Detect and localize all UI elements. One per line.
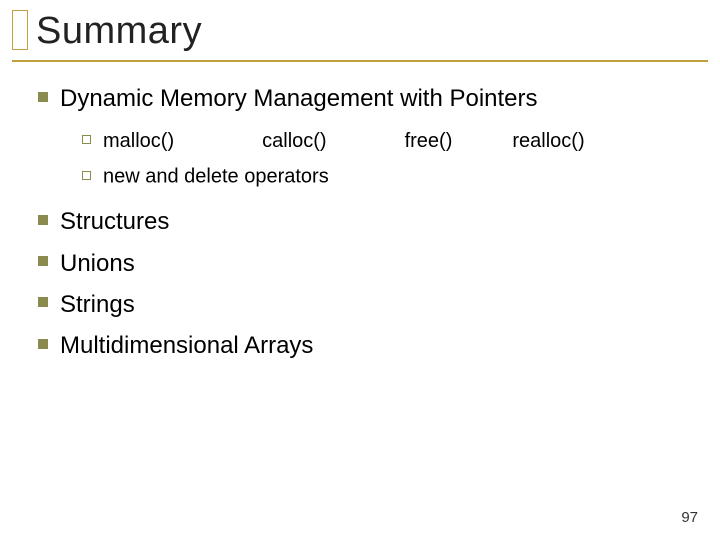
title-ornament-box [12, 10, 28, 50]
sub-list-item: malloc() calloc() free() realloc() [82, 123, 698, 157]
list-item: Multidimensional Arrays [38, 327, 698, 364]
sub-item-text: new and delete operators [103, 166, 329, 188]
slide: Summary Dynamic Memory Management with P… [0, 0, 720, 540]
func-realloc: realloc() [512, 126, 584, 157]
hollow-square-bullet-icon [82, 171, 91, 180]
slide-title: Summary [36, 10, 202, 53]
title-underline [12, 60, 708, 62]
square-bullet-icon [38, 339, 48, 349]
square-bullet-icon [38, 297, 48, 307]
list-item-label: Strings [60, 291, 135, 318]
content-area: Dynamic Memory Management with Pointers … [38, 80, 698, 368]
list-item-label: Dynamic Memory Management with Pointers [60, 85, 538, 112]
list-item-label: Multidimensional Arrays [60, 332, 313, 359]
sub-list: malloc() calloc() free() realloc() new and … [82, 123, 698, 193]
sub-list-item: new and delete operators [82, 159, 698, 193]
list-item: Unions [38, 245, 698, 282]
list-item: Strings [38, 286, 698, 323]
sub-item-text: malloc()calloc()free()realloc() [103, 130, 585, 152]
square-bullet-icon [38, 92, 48, 102]
list-item: Structures [38, 203, 698, 240]
func-calloc: calloc() [262, 126, 326, 157]
func-free: free() [405, 126, 453, 157]
list-item-label: Structures [60, 208, 169, 235]
func-malloc: malloc() [103, 126, 174, 157]
list-item-label: Unions [60, 250, 135, 277]
list-block: Structures Unions Strings Multidimension… [38, 203, 698, 364]
page-number: 97 [681, 509, 698, 526]
hollow-square-bullet-icon [82, 135, 91, 144]
square-bullet-icon [38, 256, 48, 266]
list-item: Dynamic Memory Management with Pointers [38, 80, 698, 117]
square-bullet-icon [38, 215, 48, 225]
